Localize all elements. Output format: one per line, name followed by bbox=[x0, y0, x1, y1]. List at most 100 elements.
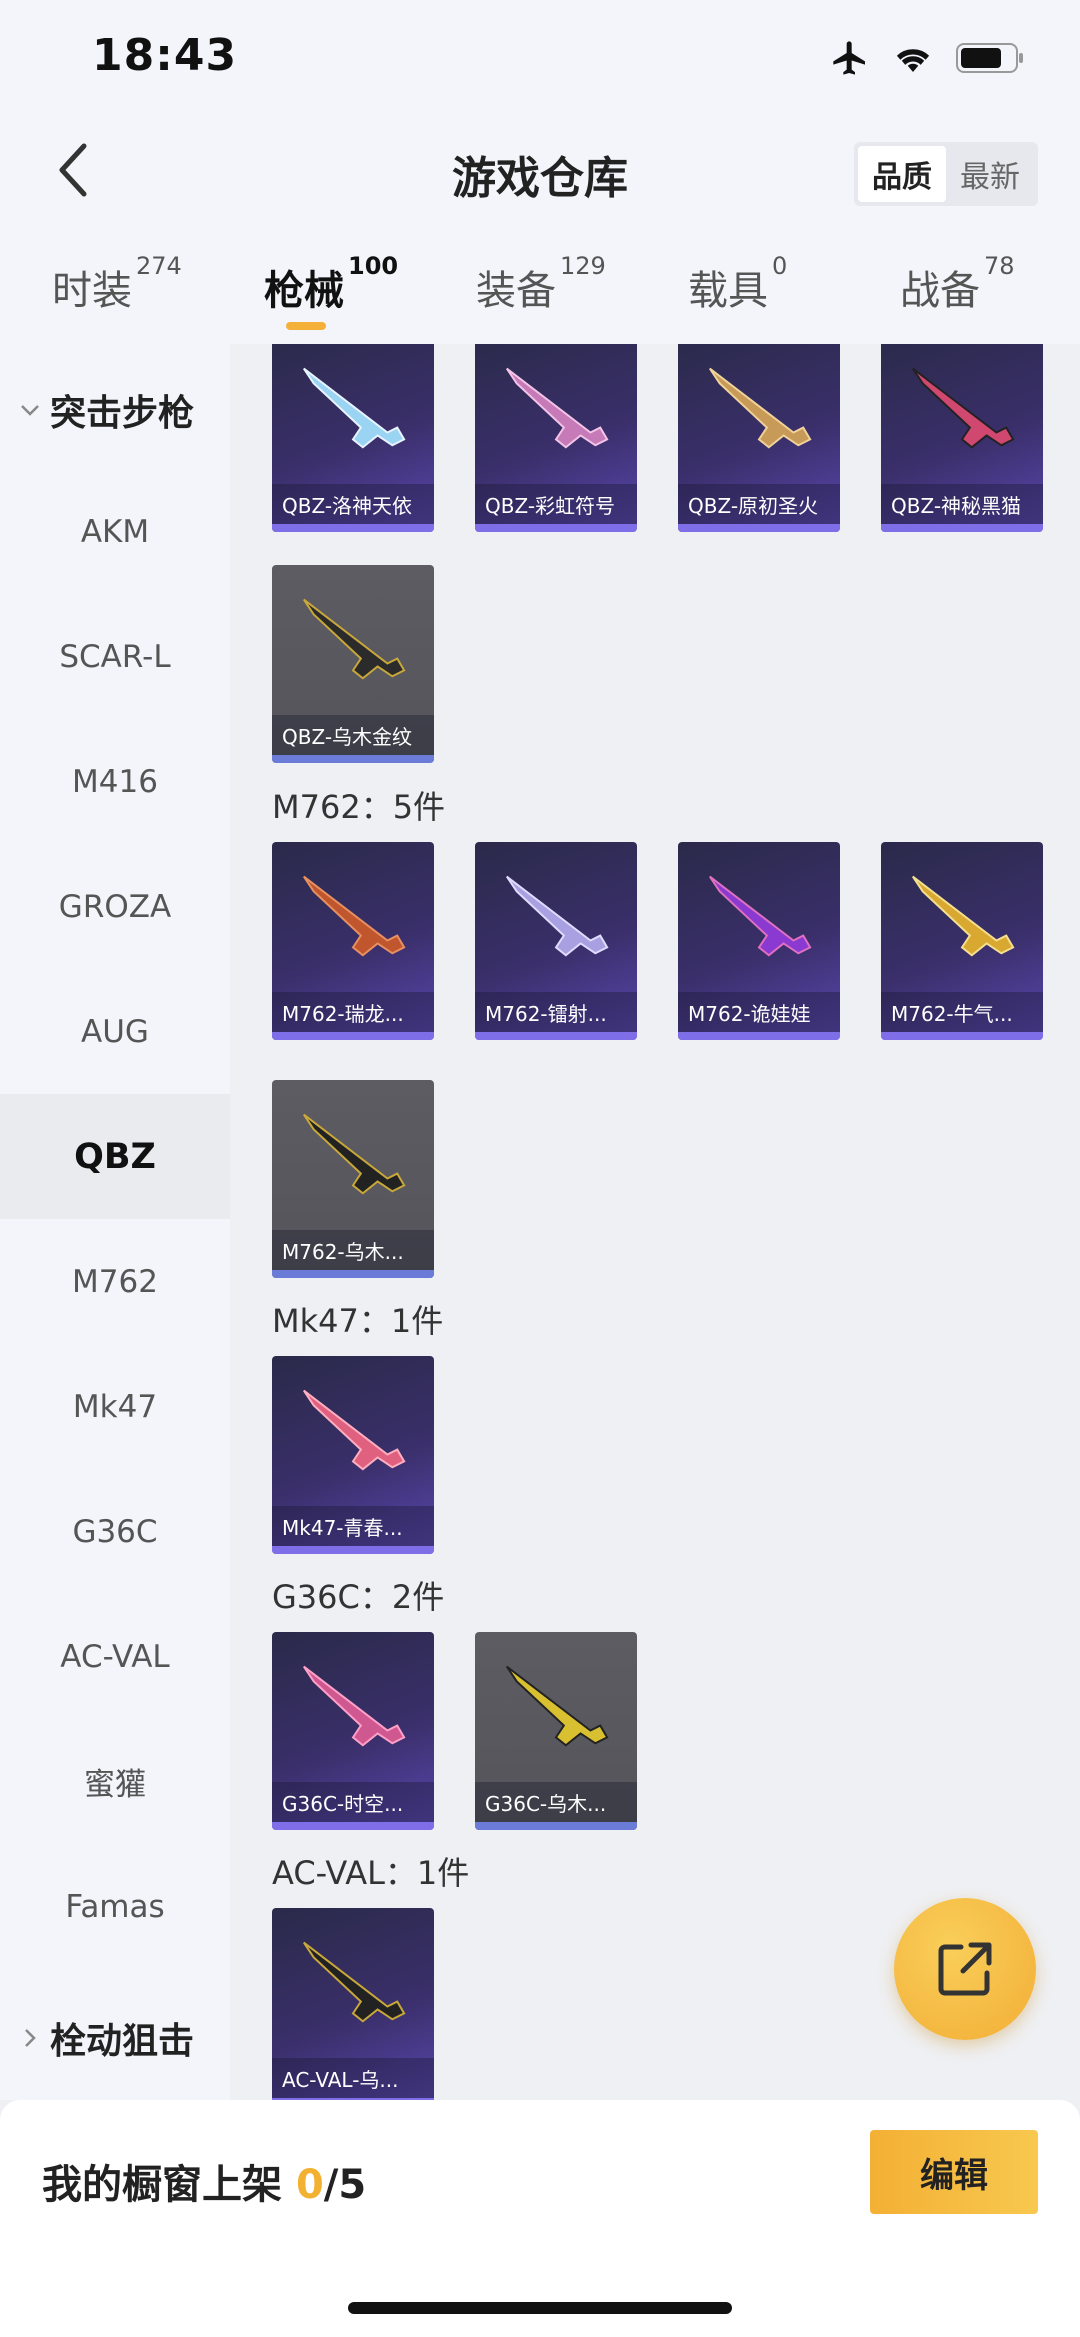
showcase-count: 0 bbox=[295, 2162, 324, 2208]
rarity-bar bbox=[475, 1032, 637, 1040]
sidebar-item-scar-l[interactable]: SCAR-L bbox=[0, 594, 230, 719]
rifle-icon bbox=[303, 875, 406, 957]
weapon-card[interactable]: G36C-乌木... bbox=[475, 1632, 637, 1830]
sidebar-item-mk47[interactable]: Mk47 bbox=[0, 1344, 230, 1469]
weapon-name: Mk47-青春... bbox=[272, 1506, 434, 1546]
weapon-card[interactable]: QBZ-彩虹符号 bbox=[475, 344, 637, 532]
tab-count: 0 bbox=[772, 252, 788, 280]
rarity-bar bbox=[272, 1270, 434, 1278]
tab-equipment[interactable]: 装备129 bbox=[476, 252, 606, 316]
sidebar-item-m416[interactable]: M416 bbox=[0, 719, 230, 844]
weapon-name: G36C-时空... bbox=[272, 1782, 434, 1822]
sidebar-item-groza[interactable]: GROZA bbox=[0, 844, 230, 969]
battery-icon bbox=[956, 43, 1023, 73]
rarity-bar bbox=[881, 524, 1043, 532]
showcase-total: /5 bbox=[323, 2162, 367, 2208]
wifi-icon bbox=[896, 49, 930, 72]
status-bar: 18:43 bbox=[0, 0, 1080, 118]
weapon-name: QBZ-原初圣火 bbox=[678, 484, 840, 524]
weapon-card[interactable]: QBZ-乌木金纹 bbox=[272, 565, 434, 763]
weapon-card[interactable]: M762-乌木... bbox=[272, 1080, 434, 1278]
section-title-mk47: Mk47：1件 bbox=[272, 1302, 444, 1340]
weapon-name: M762-诡娃娃 bbox=[678, 992, 840, 1032]
weapon-card[interactable]: M762-牛气... bbox=[881, 842, 1043, 1040]
rarity-bar bbox=[272, 1032, 434, 1040]
rifle-icon bbox=[709, 875, 812, 957]
weapon-card[interactable]: M762-瑞龙... bbox=[272, 842, 434, 1040]
rifle-icon bbox=[506, 875, 609, 957]
sidebar-item-ac-val[interactable]: AC-VAL bbox=[0, 1594, 230, 1719]
sort-newest-button[interactable]: 最新 bbox=[946, 146, 1034, 202]
showcase-status: 我的橱窗上架 0/5 bbox=[42, 2152, 366, 2210]
airplane-icon bbox=[833, 41, 865, 75]
section-title-g36c: G36C：2件 bbox=[272, 1578, 445, 1616]
weapon-card[interactable]: QBZ-神秘黑猫 bbox=[881, 344, 1043, 532]
sidebar-item-famas[interactable]: Famas bbox=[0, 1844, 230, 1969]
rarity-bar bbox=[475, 524, 637, 532]
category-tabs: 时装274 枪械100 装备129 载具0 战备78 bbox=[0, 228, 1080, 344]
tab-count: 100 bbox=[348, 252, 399, 280]
tab-label: 时装 bbox=[52, 268, 132, 314]
tab-vehicles[interactable]: 载具0 bbox=[688, 252, 787, 316]
weapon-name: M762-乌木... bbox=[272, 1230, 434, 1270]
chevron-right-icon bbox=[25, 2029, 36, 2047]
rarity-bar bbox=[678, 1032, 840, 1040]
rarity-bar bbox=[881, 1032, 1043, 1040]
tab-supplies[interactable]: 战备78 bbox=[900, 252, 1015, 316]
weapon-name: M762-镭射... bbox=[475, 992, 637, 1032]
sidebar-group-bolt-sniper[interactable]: 栓动狙击 bbox=[18, 2012, 194, 2064]
sidebar-item-m762[interactable]: M762 bbox=[0, 1219, 230, 1344]
weapon-card[interactable]: AC-VAL-乌... bbox=[272, 1908, 434, 2100]
rifle-icon bbox=[303, 1941, 406, 2023]
sort-quality-button[interactable]: 品质 bbox=[858, 146, 946, 202]
rifle-icon bbox=[709, 367, 812, 449]
weapon-card[interactable]: M762-诡娃娃 bbox=[678, 842, 840, 1040]
sidebar-item-qbz[interactable]: QBZ bbox=[0, 1094, 230, 1219]
sidebar-item-honey-badger[interactable]: 蜜獾 bbox=[0, 1719, 230, 1844]
weapon-name: QBZ-乌木金纹 bbox=[272, 715, 434, 755]
weapon-name: M762-瑞龙... bbox=[272, 992, 434, 1032]
showcase-label: 我的橱窗上架 bbox=[42, 2162, 296, 2208]
rifle-icon bbox=[303, 598, 406, 680]
rarity-bar bbox=[475, 1822, 637, 1830]
sidebar-group-label: 突击步枪 bbox=[50, 393, 195, 434]
weapon-card[interactable]: G36C-时空... bbox=[272, 1632, 434, 1830]
tab-label: 枪械 bbox=[264, 268, 344, 314]
weapon-name: QBZ-神秘黑猫 bbox=[881, 484, 1043, 524]
tab-label: 战备 bbox=[900, 268, 980, 314]
weapon-card[interactable]: QBZ-洛神天依 bbox=[272, 344, 434, 532]
share-button[interactable] bbox=[894, 1898, 1036, 2040]
rarity-bar bbox=[272, 1822, 434, 1830]
sidebar-group-assault-rifle[interactable]: 突击步枪 bbox=[18, 384, 194, 436]
weapon-name: QBZ-彩虹符号 bbox=[475, 484, 637, 524]
sidebar-item-g36c[interactable]: G36C bbox=[0, 1469, 230, 1594]
weapon-grid: QBZ-洛神天依 QBZ-彩虹符号 QBZ-原初圣火 QBZ-神秘黑猫 QBZ-… bbox=[230, 344, 1080, 2100]
rifle-icon bbox=[303, 1665, 406, 1747]
edit-button[interactable]: 编辑 bbox=[870, 2130, 1038, 2214]
weapon-name: M762-牛气... bbox=[881, 992, 1043, 1032]
tab-label: 载具 bbox=[688, 268, 768, 314]
rarity-bar bbox=[272, 755, 434, 763]
rifle-icon bbox=[506, 367, 609, 449]
share-icon bbox=[938, 1942, 992, 1996]
rifle-icon bbox=[506, 1665, 609, 1747]
home-indicator bbox=[348, 2302, 732, 2314]
chevron-down-icon bbox=[21, 405, 39, 416]
tab-fashion[interactable]: 时装274 bbox=[52, 252, 182, 316]
sidebar-item-aug[interactable]: AUG bbox=[0, 969, 230, 1094]
sidebar-item-akm[interactable]: AKM bbox=[0, 469, 230, 594]
rarity-bar bbox=[272, 1546, 434, 1554]
weapon-card[interactable]: Mk47-青春... bbox=[272, 1356, 434, 1554]
weapon-name: QBZ-洛神天依 bbox=[272, 484, 434, 524]
rifle-icon bbox=[912, 367, 1015, 449]
weapon-card[interactable]: M762-镭射... bbox=[475, 842, 637, 1040]
tab-count: 274 bbox=[136, 252, 182, 280]
nav-bar: 游戏仓库 品质 最新 bbox=[0, 118, 1080, 228]
status-icons bbox=[830, 38, 1026, 78]
weapon-card[interactable]: QBZ-原初圣火 bbox=[678, 344, 840, 532]
weapon-name: AC-VAL-乌... bbox=[272, 2058, 434, 2098]
rarity-bar bbox=[678, 524, 840, 532]
tab-weapons[interactable]: 枪械100 bbox=[264, 252, 398, 316]
rifle-icon bbox=[303, 367, 406, 449]
sort-toggle: 品质 最新 bbox=[854, 142, 1038, 206]
